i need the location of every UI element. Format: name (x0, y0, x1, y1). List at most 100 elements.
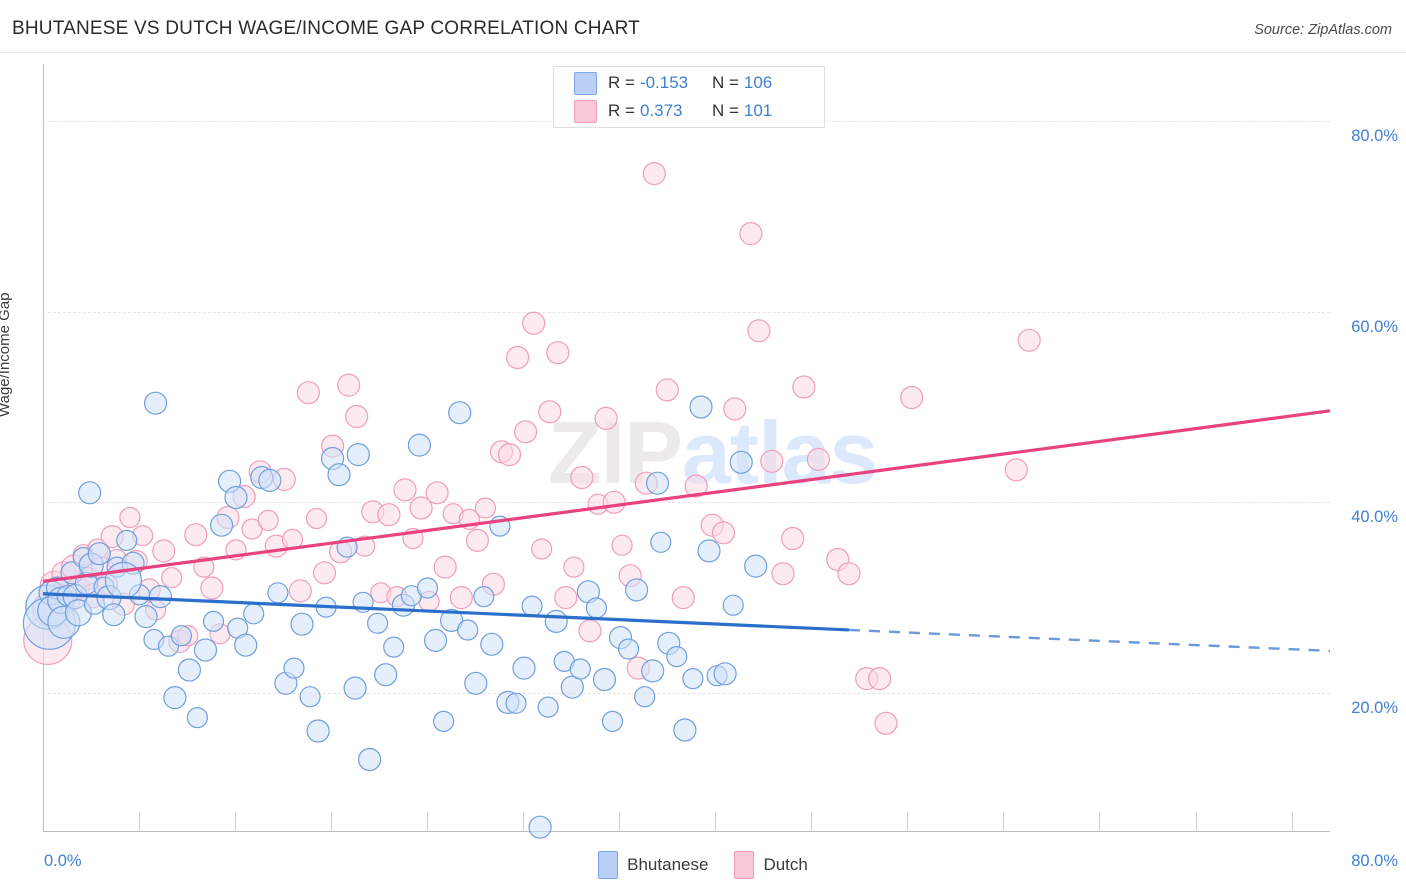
scatter-point (305, 507, 328, 530)
scatter-point (570, 465, 594, 490)
scatter-point (513, 420, 538, 444)
scatter-point (497, 443, 522, 467)
scatter-point (267, 582, 289, 604)
scatter-point (1004, 458, 1028, 482)
scatter-point (119, 506, 141, 529)
scatter-point (521, 595, 543, 617)
scatter-point (744, 554, 768, 578)
scatter-point (448, 401, 472, 425)
scatter-point (569, 658, 591, 680)
scatter-point (505, 692, 527, 714)
scatter-point (522, 311, 546, 335)
scatter-point (874, 711, 898, 735)
scatter-point (512, 656, 536, 680)
scatter-point (578, 619, 602, 643)
scatter-point (290, 612, 314, 636)
scatter-point (722, 594, 744, 616)
bhutanese-points (22, 391, 768, 839)
y-tick-label: 20.0% (1351, 698, 1398, 717)
scatter-point (601, 710, 624, 733)
scatter-point (433, 710, 455, 733)
scatter-point (747, 319, 771, 343)
y-tick-label: 80.0% (1351, 127, 1398, 146)
scatter-point (257, 509, 279, 532)
scatter-point (116, 529, 138, 552)
y-tick-label: 40.0% (1351, 508, 1398, 527)
scatter-point (867, 666, 892, 691)
stats-r-value-dutch: 0.373 (639, 101, 683, 120)
scatter-point (177, 658, 201, 682)
scatter-point (697, 539, 721, 563)
scatter-point (474, 497, 496, 519)
scatter-point (611, 534, 633, 556)
scatter-point (243, 603, 265, 625)
scatter-point (312, 561, 337, 585)
scatter-point (537, 696, 559, 718)
scatter-point (393, 478, 417, 502)
scatter-point (288, 579, 312, 603)
scatter-point (374, 663, 398, 687)
scatter-point (345, 404, 369, 429)
scatter-point (202, 610, 225, 633)
scatter-point (544, 609, 568, 634)
scatter-point (337, 373, 361, 397)
scatter-point (806, 447, 831, 471)
scatter-point (346, 443, 370, 467)
scatter-point (711, 521, 736, 545)
scatter-point (234, 633, 258, 657)
y-tick-label: 60.0% (1351, 317, 1398, 336)
scatter-point (689, 395, 713, 419)
scatter-point (642, 162, 666, 186)
scatter-point (224, 485, 248, 510)
scatter-point (528, 815, 552, 839)
scatter-point (592, 667, 617, 692)
scatter-point (416, 577, 439, 599)
scatter-point (144, 391, 168, 415)
stats-swatch-bhutanese (574, 71, 597, 95)
scatter-point (383, 636, 405, 658)
scatter-point (554, 585, 578, 610)
scatter-point (343, 676, 367, 700)
scatter-point (645, 471, 670, 495)
scatter-point (837, 562, 861, 586)
correlation-stats-box: R = -0.153 N = 106 R = 0.373 N = 101 (553, 66, 825, 128)
scatter-point (480, 632, 504, 656)
scatter-point (505, 345, 530, 370)
scatter-point (283, 657, 305, 679)
scatter-point (760, 449, 784, 473)
scatter-point (296, 381, 320, 405)
scatter-point (666, 645, 688, 668)
y-axis-title: Wage/Income Gap (0, 292, 13, 417)
scatter-point (673, 718, 697, 742)
scatter-point (327, 463, 351, 487)
scatter-point (407, 433, 431, 457)
scatter-point (186, 706, 208, 729)
scatter-point (358, 747, 382, 772)
scatter-point (671, 585, 695, 610)
scatter-point (449, 585, 473, 610)
scatter-point (723, 397, 747, 421)
legend-swatch-bhutanese (598, 851, 619, 879)
scatter-point (473, 585, 495, 608)
scatter-point (546, 341, 570, 365)
scatter-point (163, 685, 187, 710)
scatter-point (425, 481, 449, 505)
scatter-point (170, 625, 192, 647)
scatter-point (433, 555, 457, 579)
scatter-point (792, 375, 816, 399)
stats-row-bhutanese: R = -0.153 N = 106 (554, 69, 824, 97)
scatter-point (713, 662, 737, 686)
scatter-point (152, 539, 176, 563)
stats-n-label-bhutanese: N = (711, 73, 739, 92)
scatter-point (102, 603, 126, 627)
scatter-point (457, 619, 479, 641)
legend-item-dutch[interactable]: Dutch (734, 851, 808, 879)
scatter-plot-canvas (22, 162, 1331, 839)
stats-n-value-bhutanese: 106 (743, 73, 773, 92)
scatter-point (200, 576, 224, 600)
scatter-point (465, 528, 489, 553)
scatter-point (148, 584, 172, 609)
scatter-point (78, 481, 102, 505)
bhutanese-trend-line-extrapolated (848, 628, 1331, 653)
legend-item-bhutanese[interactable]: Bhutanese (598, 851, 708, 879)
